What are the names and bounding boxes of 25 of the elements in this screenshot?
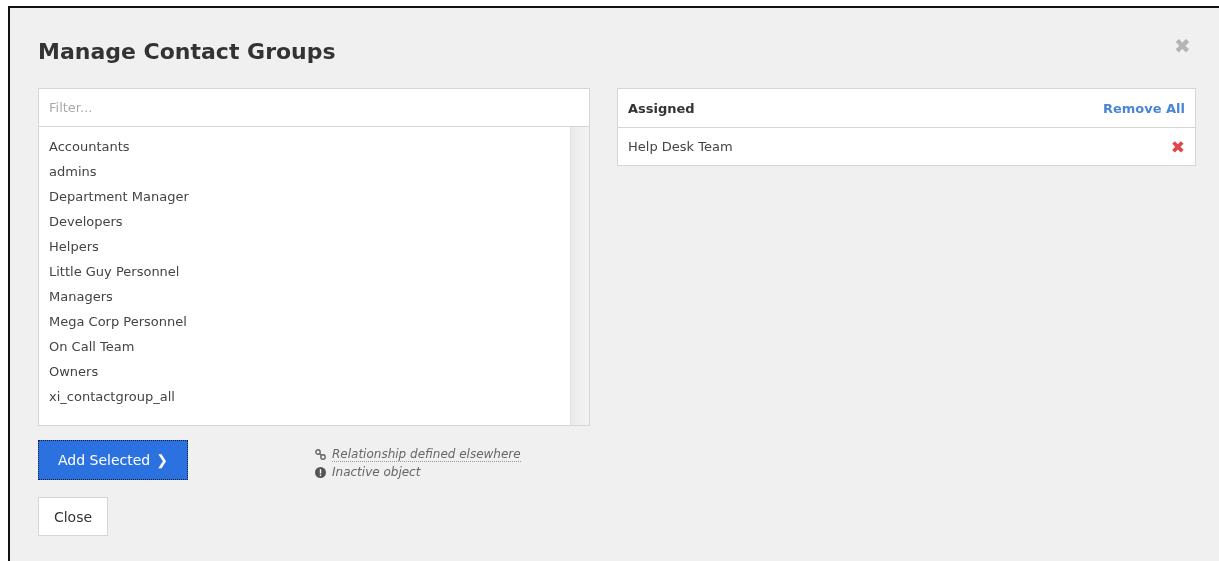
add-selected-button[interactable]: Add Selected ❯ [38,440,188,480]
legend-text: Inactive object [332,465,421,479]
group-list-item[interactable]: Managers [39,284,123,309]
group-list-item[interactable]: xi_contactgroup_all [39,384,185,409]
dialog-title: Manage Contact Groups [38,38,336,66]
exclamation-icon [315,466,326,478]
scrollbar[interactable] [570,127,589,425]
group-list-item[interactable]: admins [39,159,107,184]
remove-icon[interactable]: ✖ [1170,136,1185,157]
group-list-item[interactable]: Owners [39,359,109,384]
panel-title: Assigned [628,100,695,116]
assigned-item: Help Desk Team [628,139,733,154]
group-list-item[interactable]: Developers [39,209,133,234]
group-list-item[interactable]: Accountants [39,134,140,159]
group-listbox[interactable]: Accountants admins Department Manager Developers Helpers Little Guy Personnel Managers Mega Corp Personnel On Call Team Owners xi_contactgroup_all [38,127,590,426]
group-list-item[interactable]: Department Manager [39,184,199,209]
link-icon [315,449,326,460]
close-button[interactable]: Close [38,497,108,536]
group-list-item[interactable]: Little Guy Personnel [39,259,190,284]
legend-text: Relationship defined elsewhere [332,447,521,462]
group-list-item[interactable]: Mega Corp Personnel [39,309,197,334]
remove-all-link[interactable]: Remove All [1102,100,1185,116]
group-list-item[interactable]: On Call Team [39,334,145,359]
filter-field[interactable]: Filter... [38,88,590,127]
group-list-item[interactable]: Helpers [39,234,109,259]
